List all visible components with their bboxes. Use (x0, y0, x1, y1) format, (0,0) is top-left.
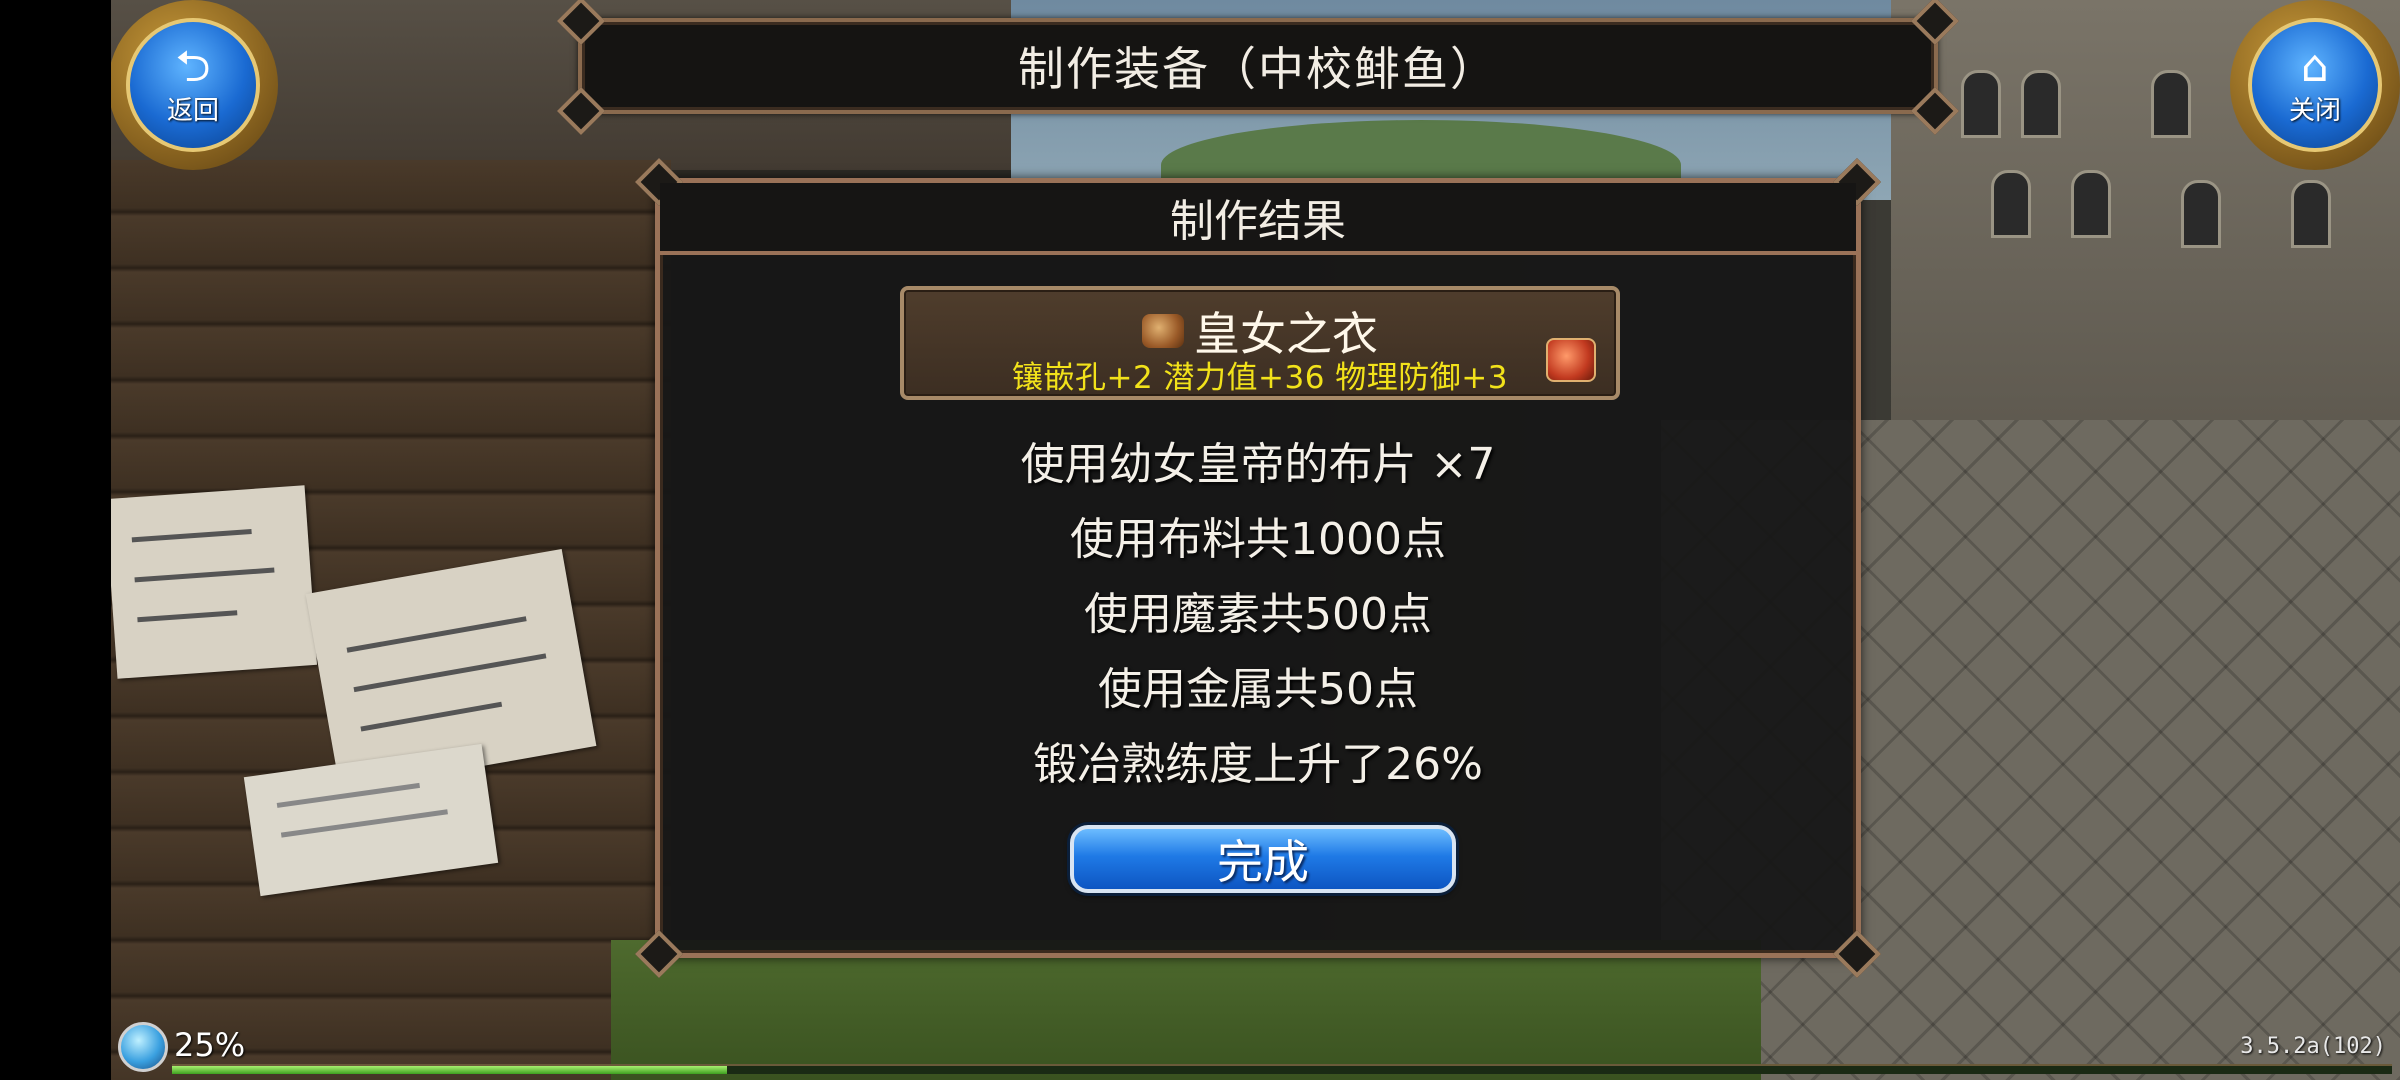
left-black-bar (0, 0, 111, 1080)
panel-header: 制作结果 (660, 183, 1856, 255)
castle-window (2181, 180, 2221, 248)
material-used-line: 使用幼女皇帝的布片 ×7 (1020, 439, 1496, 490)
done-button-label: 完成 (1217, 835, 1309, 889)
close-button-label: 关闭 (2288, 95, 2341, 126)
castle-window (2291, 180, 2331, 248)
loading-orb-icon (118, 1022, 168, 1072)
close-button[interactable]: ⌂ 关闭 (2230, 0, 2400, 170)
back-button[interactable]: ⮌ 返回 (108, 0, 278, 170)
castle-window (2151, 70, 2191, 138)
castle-window (2021, 70, 2061, 138)
notice-paper (111, 485, 318, 679)
back-button-label: 返回 (166, 95, 219, 126)
done-button[interactable]: 完成 (1070, 825, 1456, 893)
metal-used-line: 使用金属共50点 (1098, 664, 1418, 715)
craft-result-panel: 制作结果 皇女之衣 镶嵌孔+2 潜力值+36 物理防御+3 使用幼女皇帝的布片 … (634, 157, 1882, 979)
page-title: 制作装备（中校鲱鱼） (1018, 42, 1498, 96)
castle-window (2071, 170, 2111, 238)
title-bar: 制作装备（中校鲱鱼） (556, 0, 1960, 136)
home-icon: ⌂ (2301, 40, 2329, 92)
progress-bar (172, 1064, 2392, 1074)
panel-title: 制作结果 (1170, 196, 1346, 247)
castle-window (1961, 70, 2001, 138)
castle-window (1991, 170, 2031, 238)
game-screen: ⮌ 返回 ⌂ 关闭 制作装备（中校鲱鱼） 制作结果 皇女之衣 镶嵌孔+2 潜力值… (0, 0, 2400, 1080)
item-stats: 镶嵌孔+2 潜力值+36 物理防御+3 (1011, 360, 1509, 396)
crafted-item-card[interactable]: 皇女之衣 镶嵌孔+2 潜力值+36 物理防御+3 (900, 286, 1620, 400)
back-button-face: ⮌ 返回 (126, 18, 260, 152)
grass-patch (611, 940, 1761, 1080)
proficiency-line: 锻冶熟练度上升了26% (1033, 739, 1483, 790)
back-arrow-icon: ⮌ (175, 40, 211, 92)
treasure-chest-icon (1546, 338, 1596, 382)
progress-percent: 25% (174, 1026, 246, 1064)
version-label: 3.5.2a(102) (2240, 1034, 2386, 1059)
armor-icon (1142, 314, 1184, 348)
mana-used-line: 使用魔素共500点 (1084, 589, 1432, 640)
close-button-face: ⌂ 关闭 (2248, 18, 2382, 152)
progress-bar-fill (172, 1066, 727, 1074)
cloth-used-line: 使用布料共1000点 (1070, 514, 1446, 565)
